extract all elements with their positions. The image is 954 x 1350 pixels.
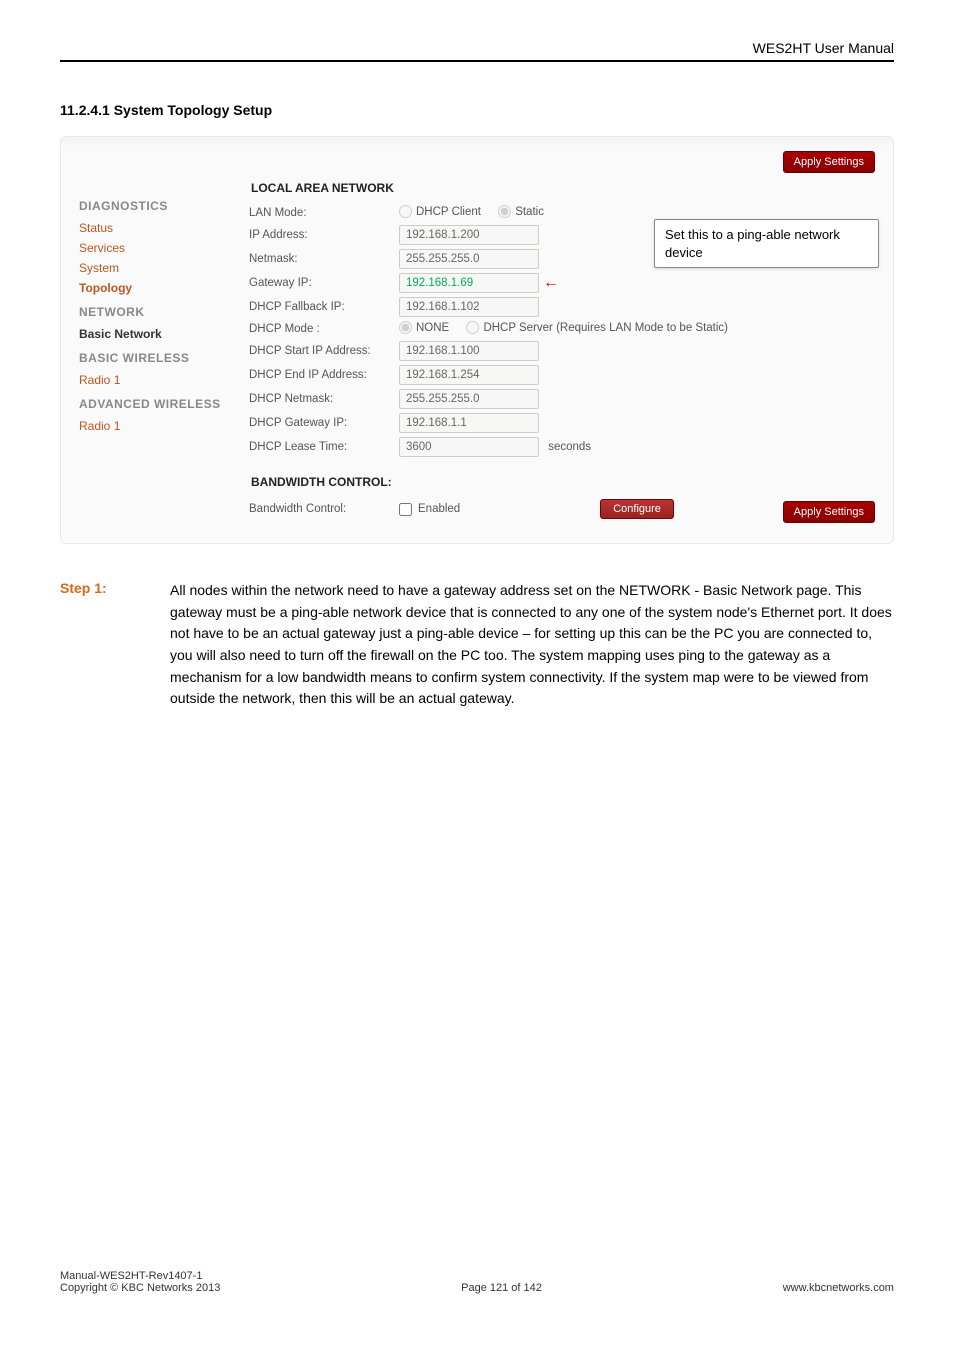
content-area: Set this to a ping-able network device L…: [249, 173, 875, 519]
sidebar-topology[interactable]: Topology: [79, 281, 249, 295]
manual-title: WES2HT User Manual: [753, 40, 894, 56]
step-label: Step 1:: [60, 580, 170, 710]
footer-page-number: Page 121 of 142: [461, 1282, 542, 1294]
sidebar-radio1-basic[interactable]: Radio 1: [79, 373, 249, 387]
sidebar-group-network: NETWORK: [79, 305, 249, 319]
sidebar-group-basic-wireless: BASIC WIRELESS: [79, 351, 249, 365]
lan-mode-static-radio[interactable]: Static: [498, 205, 544, 218]
sidebar-nav: DIAGNOSTICS Status Services System Topol…: [79, 173, 249, 519]
netmask-input[interactable]: [399, 249, 539, 269]
bw-control-row: Bandwidth Control: Enabled Configure: [249, 499, 875, 519]
sidebar-group-diagnostics: DIAGNOSTICS: [79, 199, 249, 213]
sidebar-basic-network[interactable]: Basic Network: [79, 327, 249, 341]
sidebar-group-adv-wireless: ADVANCED WIRELESS: [79, 397, 249, 411]
step-block: Step 1: All nodes within the network nee…: [60, 580, 894, 710]
lease-unit: seconds: [548, 441, 591, 453]
lan-section-title: LOCAL AREA NETWORK: [251, 181, 875, 195]
dhcp-start-input[interactable]: [399, 341, 539, 361]
dhcp-netmask-input[interactable]: [399, 389, 539, 409]
ip-address-label: IP Address:: [249, 229, 399, 241]
dhcp-mode-label: DHCP Mode :: [249, 323, 399, 335]
dhcp-mode-none-radio[interactable]: NONE: [399, 321, 449, 334]
dhcp-lease-input[interactable]: [399, 437, 539, 457]
dhcp-netmask-label: DHCP Netmask:: [249, 393, 399, 405]
apply-settings-button-bottom[interactable]: Apply Settings: [783, 501, 875, 523]
netmask-label: Netmask:: [249, 253, 399, 265]
sidebar-radio1-adv[interactable]: Radio 1: [79, 419, 249, 433]
configure-button[interactable]: Configure: [600, 499, 674, 519]
bw-control-label: Bandwidth Control:: [249, 503, 399, 515]
bw-enabled-text: Enabled: [418, 503, 460, 515]
apply-settings-button-top[interactable]: Apply Settings: [783, 151, 875, 173]
lan-mode-dhcp-radio[interactable]: DHCP Client: [399, 205, 481, 218]
fallback-input[interactable]: [399, 297, 539, 317]
fallback-label: DHCP Fallback IP:: [249, 301, 399, 313]
sidebar-system[interactable]: System: [79, 261, 249, 275]
ip-address-input[interactable]: [399, 225, 539, 245]
footer-url: www.kbcnetworks.com: [783, 1282, 894, 1294]
callout-box: Set this to a ping-able network device: [654, 219, 879, 268]
sidebar-status[interactable]: Status: [79, 221, 249, 235]
config-screenshot: Apply Settings DIAGNOSTICS Status Servic…: [60, 136, 894, 544]
footer-copyright: Copyright © KBC Networks 2013: [60, 1282, 220, 1294]
sidebar-services[interactable]: Services: [79, 241, 249, 255]
dhcp-start-label: DHCP Start IP Address:: [249, 345, 399, 357]
bw-enabled-checkbox[interactable]: [399, 503, 412, 516]
lan-mode-label: LAN Mode:: [249, 207, 399, 219]
bw-section-title: BANDWIDTH CONTROL:: [251, 475, 875, 489]
dhcp-end-label: DHCP End IP Address:: [249, 369, 399, 381]
page-footer: Manual-WES2HT-Rev1407-1 Copyright © KBC …: [60, 1270, 894, 1294]
gateway-label: Gateway IP:: [249, 277, 399, 289]
gateway-input[interactable]: [399, 273, 539, 293]
page-header: WES2HT User Manual: [60, 40, 894, 62]
step-text: All nodes within the network need to hav…: [170, 580, 894, 710]
dhcp-end-input[interactable]: [399, 365, 539, 385]
footer-manual-rev: Manual-WES2HT-Rev1407-1: [60, 1270, 220, 1282]
dhcp-gateway-input[interactable]: [399, 413, 539, 433]
dhcp-lease-label: DHCP Lease Time:: [249, 441, 399, 453]
dhcp-gateway-label: DHCP Gateway IP:: [249, 417, 399, 429]
dhcp-mode-server-radio[interactable]: DHCP Server (Requires LAN Mode to be Sta…: [466, 321, 728, 334]
section-heading: 11.2.4.1 System Topology Setup: [60, 102, 894, 118]
